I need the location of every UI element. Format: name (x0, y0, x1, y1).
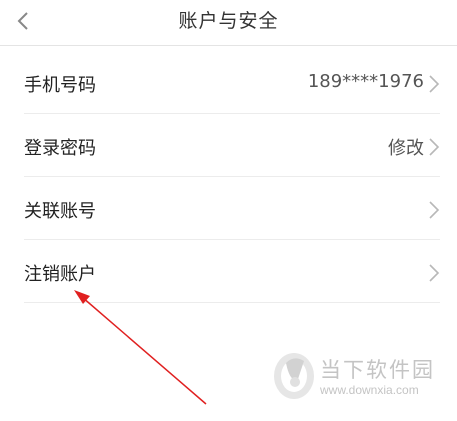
settings-row-linked-accounts[interactable]: 关联账号 (24, 177, 440, 240)
settings-row-deactivate-account[interactable]: 注销账户 (24, 240, 440, 303)
chevron-right-icon (429, 264, 440, 282)
page-title: 账户与安全 (178, 10, 279, 32)
watermark: 当下软件园 www.downxia.com (268, 345, 448, 405)
watermark-text: 当下软件园 (320, 358, 435, 382)
row-value: 189****1976 (307, 71, 424, 92)
row-label: 登录密码 (24, 138, 96, 159)
settings-row-phone[interactable]: 手机号码 189****1976 (24, 51, 440, 114)
row-value: 修改 (388, 138, 424, 159)
row-label: 注销账户 (24, 264, 96, 285)
chevron-right-icon (429, 138, 440, 156)
top-bar: 账户与安全 (0, 0, 457, 46)
settings-row-password[interactable]: 登录密码 修改 (24, 114, 440, 177)
watermark-url: www.downxia.com (320, 383, 419, 397)
watermark-logo-icon (274, 353, 314, 399)
row-label: 关联账号 (24, 201, 96, 222)
chevron-right-icon (429, 75, 440, 93)
row-label: 手机号码 (24, 75, 96, 96)
chevron-right-icon (429, 201, 440, 219)
